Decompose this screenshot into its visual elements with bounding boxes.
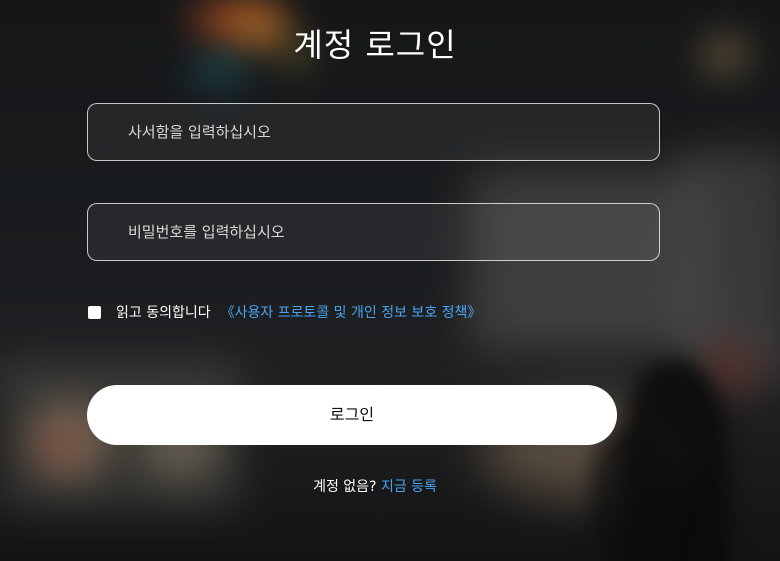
policy-link[interactable]: 《사용자 프로토콜 및 개인 정보 보호 정책》 bbox=[221, 302, 482, 322]
password-input[interactable] bbox=[88, 204, 659, 260]
agreement-text: 읽고 동의합니다 bbox=[116, 305, 211, 321]
email-input[interactable] bbox=[88, 104, 659, 160]
signup-row: 계정 없음? 지금 등록 bbox=[0, 476, 750, 496]
agreement-checkbox[interactable] bbox=[88, 305, 101, 319]
agreement-row: 읽고 동의합니다 《사용자 프로토콜 및 개인 정보 보호 정책》 bbox=[87, 302, 481, 322]
login-button[interactable]: 로그인 bbox=[87, 385, 617, 445]
signup-link[interactable]: 지금 등록 bbox=[381, 479, 437, 495]
password-field[interactable] bbox=[87, 203, 660, 261]
page-title: 계정 로그인 bbox=[293, 26, 457, 64]
email-field[interactable] bbox=[87, 103, 660, 161]
signup-prompt: 계정 없음? bbox=[313, 479, 377, 495]
